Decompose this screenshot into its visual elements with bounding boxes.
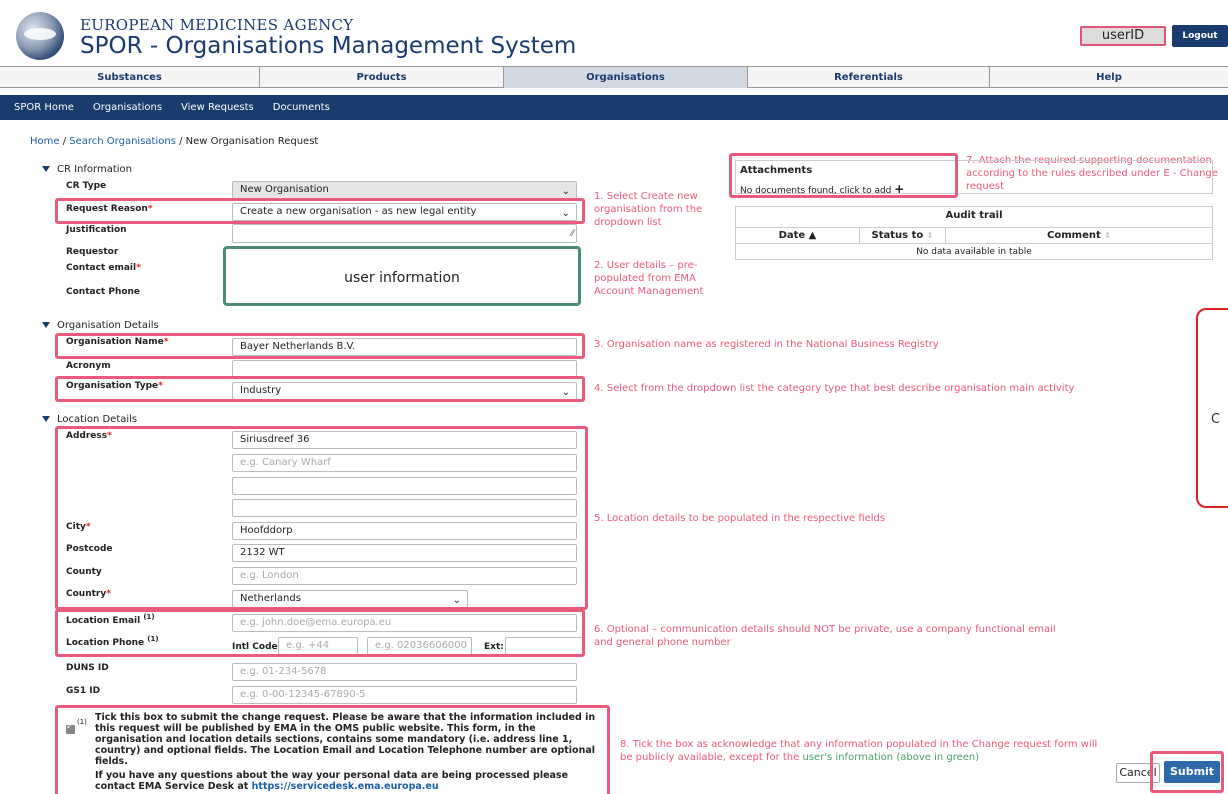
highlight-attachments <box>729 153 958 198</box>
sub-navigation: SPOR Home Organisations View Requests Do… <box>0 95 1228 120</box>
audit-trail-header: Date ▲ Status to ⇕ Comment ⇕ <box>736 227 1212 244</box>
column-comment[interactable]: Comment ⇕ <box>946 228 1212 243</box>
cr-information-heading[interactable]: CR Information <box>42 164 132 175</box>
duns-id-input[interactable]: e.g. 01-234-5678 <box>232 663 577 681</box>
nav-view-requests[interactable]: View Requests <box>181 102 254 113</box>
user-id-badge: userID <box>1080 26 1166 46</box>
location-details-heading[interactable]: Location Details <box>42 414 137 425</box>
logout-button[interactable]: Logout <box>1172 25 1228 47</box>
contact-email-label: Contact email* <box>66 263 141 273</box>
app-header: EUROPEAN MEDICINES AGENCY SPOR - Organis… <box>0 0 1228 66</box>
tab-help[interactable]: Help <box>990 67 1228 88</box>
main-tabs: Substances Products Organisations Refere… <box>0 66 1228 88</box>
note-8: 8. Tick the box as acknowledge that any … <box>620 739 1098 763</box>
note-1: 1. Select Create new organisation from t… <box>594 191 703 228</box>
sort-icon: ⇕ <box>1104 231 1111 240</box>
highlight-organisation-type <box>55 376 585 402</box>
column-date[interactable]: Date ▲ <box>736 228 860 243</box>
requestor-label: Requestor <box>66 247 119 257</box>
tab-referentials[interactable]: Referentials <box>748 67 990 88</box>
audit-trail-table: Audit trail Date ▲ Status to ⇕ Comment ⇕… <box>735 206 1213 260</box>
highlight-location <box>55 426 588 610</box>
justification-label: Justification <box>66 225 127 235</box>
highlight-consent <box>55 705 610 794</box>
agency-name: EUROPEAN MEDICINES AGENCY <box>80 16 354 34</box>
audit-trail-empty: No data available in table <box>916 247 1032 257</box>
note-4: 4. Select from the dropdown list the cat… <box>594 383 1075 394</box>
note-5: 5. Location details to be populated in t… <box>594 513 886 524</box>
callout-text: C <box>1211 412 1221 427</box>
cr-type-select[interactable]: New Organisation ⌄ <box>232 181 577 199</box>
nav-spor-home[interactable]: SPOR Home <box>14 102 74 113</box>
highlight-submit <box>1150 751 1224 793</box>
breadcrumb-search[interactable]: Search Organisations <box>69 136 176 147</box>
breadcrumb-current: New Organisation Request <box>185 136 319 147</box>
collapse-icon <box>42 322 50 328</box>
acronym-label: Acronym <box>66 361 111 371</box>
note-3: 3. Organisation name as registered in th… <box>594 339 939 350</box>
collapse-icon <box>42 166 50 172</box>
highlight-communication <box>55 609 585 657</box>
resize-handle-icon: ⁄⁄ <box>570 229 574 239</box>
justification-textarea[interactable]: ⁄⁄ <box>232 224 577 243</box>
collapse-icon <box>42 416 50 422</box>
column-status-to[interactable]: Status to ⇕ <box>860 228 946 243</box>
callout-box <box>1196 308 1228 508</box>
nav-organisations[interactable]: Organisations <box>93 102 162 113</box>
duns-id-label: DUNS ID <box>66 663 109 673</box>
organisation-details-heading[interactable]: Organisation Details <box>42 320 159 331</box>
cr-type-label: CR Type <box>66 181 107 191</box>
note-6: 6. Optional – communication details shou… <box>594 624 1056 648</box>
system-title: SPOR - Organisations Management System <box>80 33 577 59</box>
sort-icon: ⇕ <box>926 231 934 240</box>
gs1-id-label: GS1 ID <box>66 686 101 696</box>
highlight-organisation-name <box>55 333 585 359</box>
highlight-request-reason <box>55 198 585 224</box>
gs1-id-input[interactable]: e.g. 0-00-12345-67890-5 <box>232 686 577 704</box>
breadcrumb: Home / Search Organisations / New Organi… <box>30 136 319 147</box>
tab-products[interactable]: Products <box>260 67 504 88</box>
note-2: 2. User details – pre-populated from EMA… <box>594 260 704 297</box>
tab-organisations[interactable]: Organisations <box>504 67 748 88</box>
ema-logo-icon <box>16 12 64 60</box>
contact-phone-label: Contact Phone <box>66 287 141 297</box>
user-information-text: user information <box>344 270 460 286</box>
tab-substances[interactable]: Substances <box>0 67 260 88</box>
audit-trail-title: Audit trail <box>945 210 1003 221</box>
nav-documents[interactable]: Documents <box>273 102 330 113</box>
breadcrumb-home[interactable]: Home <box>30 136 60 147</box>
